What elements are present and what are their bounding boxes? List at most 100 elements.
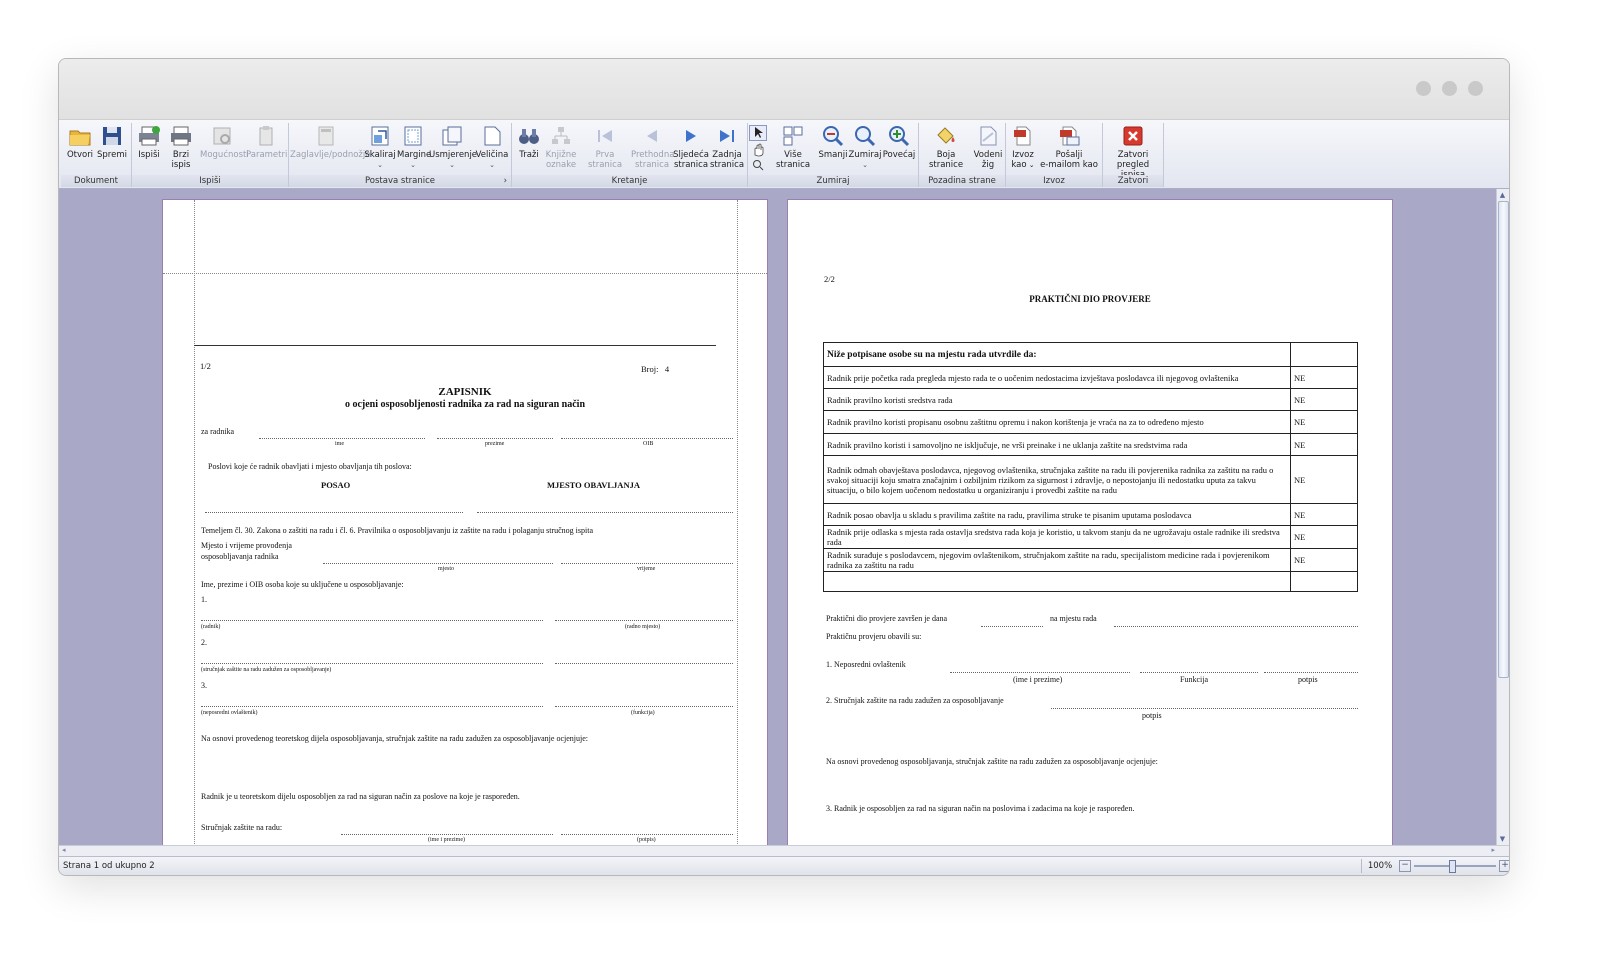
participant-3-role-field[interactable]: [555, 706, 733, 707]
zoom-slider-thumb[interactable]: [1449, 860, 1456, 873]
checklist-table: Niže potpisane osobe su na mjestu rada u…: [823, 342, 1358, 592]
hand-icon[interactable]: [750, 143, 766, 157]
expert-signature-field[interactable]: [561, 834, 733, 835]
size-button[interactable]: Veličina ⌄: [475, 125, 509, 175]
scale-button[interactable]: Skaliraj ⌄: [363, 125, 397, 175]
dialog-launcher-icon[interactable]: ›: [504, 175, 507, 187]
header-footer-icon: [318, 126, 334, 146]
participant-1-role-field[interactable]: [555, 620, 733, 621]
mjesto-field[interactable]: [477, 512, 733, 513]
expert-signature-field[interactable]: [1051, 708, 1358, 709]
paint-bucket-icon: [937, 127, 955, 144]
ime-field[interactable]: [259, 438, 425, 439]
zoom-in-button[interactable]: Povećaj: [882, 125, 916, 175]
assessment-text: Na osnovi provedenog teoretskog dijela o…: [201, 734, 588, 743]
zoom-button[interactable]: Zumiraj ⌄: [848, 125, 882, 175]
margin-guide: [737, 200, 738, 845]
field-caption: (stručnjak zaštite na radu zadužen za os…: [201, 667, 332, 673]
duties-label: Poslovi koje će radnik obavljati i mjest…: [208, 462, 412, 471]
place-field[interactable]: [1114, 626, 1358, 627]
print-button[interactable]: Ispiši: [134, 125, 164, 175]
participant-3-field[interactable]: [201, 706, 543, 707]
quick-print-button[interactable]: Brzi ispis: [164, 125, 198, 175]
assessment-result: 3. Radnik je osposobljen za rad na sigur…: [826, 804, 1135, 813]
first-page-button[interactable]: Prva stranica: [579, 125, 631, 175]
field-caption: (ime i prezime): [428, 837, 465, 843]
magnifier-small-icon[interactable]: [750, 159, 766, 171]
export-as-button[interactable]: Izvoz kao ⌄: [1008, 125, 1038, 175]
zoom-out-button[interactable]: Smanji: [818, 125, 848, 175]
field-caption: prezime: [485, 441, 505, 447]
printer-icon: [139, 126, 160, 146]
clipboard-icon: [259, 126, 273, 146]
cursor-icon[interactable]: [749, 125, 767, 141]
send-email-as-button[interactable]: Pošaljie-mailom kao ⌄: [1038, 125, 1100, 179]
supervisor-name-field[interactable]: [950, 672, 1130, 673]
table-header-cell: [1290, 342, 1358, 367]
group-zatvori: Zatvoripregled ispisa Zatvori: [1103, 123, 1164, 187]
bookmarks-button[interactable]: Knjižne oznake: [544, 125, 578, 175]
vertical-scrollbar[interactable]: ▲ ▼: [1496, 189, 1509, 845]
place-label: na mjestu rada: [1050, 614, 1097, 623]
parameters-button[interactable]: Parametri: [246, 125, 287, 175]
page-info: Strana 1 od ukupno 2: [63, 861, 155, 871]
page-number: 2/2: [824, 274, 835, 284]
row-answer: NE: [1290, 548, 1358, 572]
orientation-button[interactable]: Usmjerenje ⌄: [429, 125, 477, 175]
group-caption: Izvoz: [1006, 175, 1102, 187]
save-button[interactable]: Spremi: [97, 125, 127, 175]
participant-2-role-field[interactable]: [555, 663, 733, 664]
expert-name-field[interactable]: [341, 834, 553, 835]
window-dot-icon[interactable]: [1442, 81, 1457, 96]
zoom-minus-icon[interactable]: −: [1399, 860, 1411, 872]
multiple-pages-button[interactable]: Više stranica⌄: [768, 125, 818, 179]
next-page-button[interactable]: Sljedeća stranica: [673, 125, 709, 175]
page-size-icon: [484, 126, 501, 146]
scroll-thumb[interactable]: [1498, 201, 1509, 678]
group-caption: Ispiši: [132, 175, 288, 187]
prezime-field[interactable]: [437, 438, 553, 439]
participant-1-field[interactable]: [201, 620, 543, 621]
zoom-plus-icon[interactable]: +: [1499, 860, 1509, 872]
horizontal-scrollbar[interactable]: ◂ ▸: [59, 845, 1509, 856]
row-answer: NE: [1290, 525, 1358, 549]
date-field[interactable]: [981, 626, 1043, 627]
pdf-email-icon: [1060, 126, 1080, 146]
supervisor-signature-field[interactable]: [1264, 672, 1358, 673]
performed-by-label: Praktičnu provjeru obavili su:: [826, 632, 922, 641]
window-dot-icon[interactable]: [1416, 81, 1431, 96]
watermark-button[interactable]: Vodeni žig: [973, 125, 1003, 175]
margins-button[interactable]: Margine ⌄: [397, 125, 431, 175]
field-caption: (potpis): [637, 837, 656, 843]
find-button[interactable]: Traži: [514, 125, 544, 175]
header-footer-button[interactable]: Zaglavlje/podnožje: [290, 125, 370, 175]
participant-2-field[interactable]: [201, 663, 543, 664]
previous-page-button[interactable]: Prethodna stranica: [631, 125, 674, 175]
window-dot-icon[interactable]: [1468, 81, 1483, 96]
scroll-right-icon[interactable]: ▸: [1491, 846, 1495, 854]
open-button[interactable]: Otvori: [65, 125, 95, 175]
scroll-down-icon[interactable]: ▼: [1498, 835, 1507, 843]
zoom-icon: [855, 126, 876, 147]
mjesto-field[interactable]: [323, 563, 553, 564]
posao-heading: POSAO: [321, 480, 351, 490]
group-caption: Zatvori: [1103, 175, 1163, 187]
last-page-button[interactable]: Zadnja stranica: [709, 125, 745, 175]
page-color-button[interactable]: Boja stranice⌄: [920, 125, 972, 179]
close-preview-button[interactable]: Zatvoripregled ispisa: [1105, 125, 1161, 180]
oib-field[interactable]: [561, 438, 733, 439]
posao-field[interactable]: [205, 512, 463, 513]
page-1: 1/2 Broj: 4 ZAPISNIK o ocjeni osposoblje…: [162, 199, 768, 845]
scroll-up-icon[interactable]: ▲: [1498, 191, 1507, 199]
scroll-left-icon[interactable]: ◂: [62, 846, 66, 854]
status-bar: Strana 1 od ukupno 2 100% − +: [59, 856, 1509, 875]
preview-area[interactable]: 1/2 Broj: 4 ZAPISNIK o ocjeni osposoblje…: [59, 189, 1497, 845]
field-caption: potpis: [1298, 675, 1318, 684]
vrijeme-field[interactable]: [561, 563, 733, 564]
field-caption: (neposredni ovlaštenik): [201, 710, 258, 716]
margin-guide: [194, 200, 195, 845]
worker-label: za radnika: [201, 427, 235, 436]
supervisor-function-field[interactable]: [1140, 672, 1258, 673]
row-answer: NE: [1290, 388, 1358, 411]
options-button[interactable]: Mogućnosti: [200, 125, 249, 175]
